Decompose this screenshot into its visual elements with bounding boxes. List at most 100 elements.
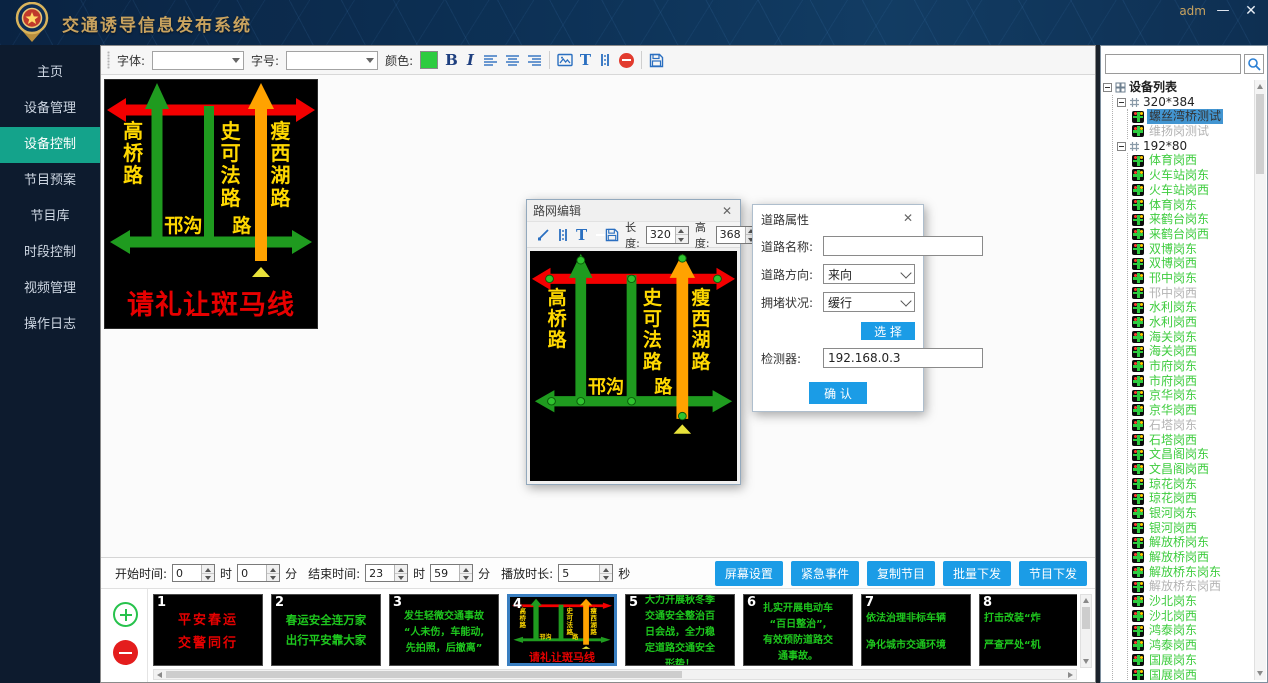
detector-input[interactable]	[823, 348, 983, 368]
duration-spinner[interactable]: 5	[558, 564, 613, 582]
draw-line-button[interactable]	[537, 228, 550, 241]
tree-device-item[interactable]: 来鹤台岗西	[1128, 227, 1254, 242]
spinner-arrows[interactable]	[675, 227, 688, 243]
scrollbar-thumb[interactable]	[166, 671, 682, 678]
remove-program-button[interactable]	[113, 640, 138, 665]
font-family-select[interactable]	[152, 51, 244, 70]
tree-device-item[interactable]: 石塔岗西	[1128, 433, 1254, 448]
tree-device-item[interactable]: 解放桥东岗东	[1128, 565, 1254, 580]
save-button[interactable]	[649, 53, 664, 68]
minimize-button[interactable]: —	[1214, 2, 1232, 20]
scroll-right-icon[interactable]	[1068, 672, 1073, 678]
tree-device-item[interactable]: 国展岗西	[1128, 668, 1254, 681]
tree-device-item[interactable]: 解放桥岗西	[1128, 550, 1254, 565]
tree-root-row[interactable]: 设备列表	[1103, 80, 1254, 95]
tree-device-item[interactable]: 琼花岗西	[1128, 491, 1254, 506]
collapse-icon[interactable]	[1117, 142, 1126, 151]
scroll-left-icon[interactable]	[157, 672, 162, 678]
device-search-input[interactable]	[1105, 54, 1241, 74]
text-tool-button[interactable]: T	[576, 226, 587, 244]
end-hour-spinner[interactable]: 23	[365, 564, 408, 582]
program-thumbnail[interactable]: 6 扎实开展电动车“百日整治”,有效预防道路交通事故。	[743, 594, 853, 666]
editor-canvas[interactable]: 高桥路 史可法路 瘦西湖路 邗沟 路 请礼让斑马线	[530, 251, 737, 481]
end-minute-spinner[interactable]: 59	[430, 564, 473, 582]
tree-device-item[interactable]: 来鹤台岗东	[1128, 212, 1254, 227]
tree-device-item[interactable]: 双博岗东	[1128, 242, 1254, 257]
tree-device-item[interactable]: 京华岗东	[1128, 388, 1254, 403]
tree-device-item[interactable]: 银河岗西	[1128, 521, 1254, 536]
congestion-select[interactable]: 缓行	[823, 292, 915, 312]
scroll-up-icon[interactable]	[1257, 84, 1263, 89]
playback-action-button[interactable]: 屏幕设置	[715, 561, 783, 586]
program-thumbnail[interactable]: 8 打击改装“炸严查严处“机	[979, 594, 1077, 666]
align-left-button[interactable]	[483, 54, 498, 67]
text-tool-button[interactable]: T	[580, 51, 591, 69]
sidebar-item[interactable]: 视频管理	[0, 271, 100, 307]
tree-device-item[interactable]: 石塔岗东	[1128, 418, 1254, 433]
color-swatch[interactable]	[420, 51, 438, 69]
insert-image-button[interactable]	[557, 53, 573, 67]
select-detector-button[interactable]: 选 择	[861, 322, 915, 340]
sidebar-item[interactable]: 节目预案	[0, 163, 100, 199]
font-size-select[interactable]	[286, 51, 378, 70]
spinner-arrows[interactable]	[394, 565, 407, 581]
start-minute-spinner[interactable]: 0	[237, 564, 280, 582]
horizontal-scrollbar[interactable]	[153, 669, 1077, 680]
tree-device-item[interactable]: 维扬岗测试	[1128, 124, 1254, 139]
playback-action-button[interactable]: 复制节目	[867, 561, 935, 586]
align-right-button[interactable]	[527, 54, 542, 67]
tree-device-item[interactable]: 螺丝湾桥测试	[1128, 109, 1254, 124]
start-hour-spinner[interactable]: 0	[172, 564, 215, 582]
tree-device-item[interactable]: 邗中岗东	[1128, 271, 1254, 286]
program-thumbnail[interactable]: 1 平安春运交警同行	[153, 594, 263, 666]
scrollbar-thumb[interactable]	[1082, 607, 1090, 629]
collapse-icon[interactable]	[1117, 98, 1126, 107]
tree-device-item[interactable]: 银河岗东	[1128, 506, 1254, 521]
spinner-arrows[interactable]	[266, 565, 279, 581]
tree-device-item[interactable]: 沙北岗东	[1128, 594, 1254, 609]
confirm-button[interactable]: 确 认	[809, 382, 867, 404]
playback-action-button[interactable]: 批量下发	[943, 561, 1011, 586]
tree-group-row[interactable]: 192*80	[1113, 139, 1254, 154]
tree-device-item[interactable]: 双博岗西	[1128, 256, 1254, 271]
search-button[interactable]	[1244, 54, 1264, 74]
sidebar-item[interactable]: 操作日志	[0, 307, 100, 343]
close-icon[interactable]: ✕	[720, 204, 734, 218]
vertical-scrollbar[interactable]	[1254, 80, 1266, 680]
scroll-down-icon[interactable]	[1083, 659, 1089, 664]
vertical-scrollbar[interactable]	[1080, 594, 1092, 668]
tree-device-item[interactable]: 市府岗西	[1128, 374, 1254, 389]
sidebar-item[interactable]: 节目库	[0, 199, 100, 235]
tree-device-item[interactable]: 火车站岗西	[1128, 183, 1254, 198]
tree-device-item[interactable]: 文昌阁岗东	[1128, 447, 1254, 462]
tree-device-item[interactable]: 市府岗东	[1128, 359, 1254, 374]
close-icon[interactable]: ✕	[901, 211, 915, 228]
sidebar-item[interactable]: 时段控制	[0, 235, 100, 271]
add-program-button[interactable]	[113, 602, 138, 627]
tree-device-item[interactable]: 水利岗西	[1128, 315, 1254, 330]
save-button[interactable]	[605, 228, 619, 242]
tree-device-item[interactable]: 琼花岗东	[1128, 477, 1254, 492]
scrollbar-thumb[interactable]	[1256, 94, 1264, 174]
align-center-button[interactable]	[505, 54, 520, 67]
program-thumbnail[interactable]: 3 发生轻微交通事故“人未伤，车能动,先拍照，后撤离”	[389, 594, 499, 666]
tree-device-item[interactable]: 邗中岗西	[1128, 286, 1254, 301]
program-thumbnail[interactable]: 7 依法治理非标车辆净化城市交通环境	[861, 594, 971, 666]
road-tool-button[interactable]	[598, 53, 612, 67]
tree-device-item[interactable]: 海关岗西	[1128, 344, 1254, 359]
tree-device-item[interactable]: 鸿泰岗西	[1128, 638, 1254, 653]
tree-group-row[interactable]: 320*384	[1113, 95, 1254, 110]
tree-device-item[interactable]: 文昌阁岗西	[1128, 462, 1254, 477]
spinner-arrows[interactable]	[459, 565, 472, 581]
collapse-icon[interactable]	[1103, 83, 1112, 92]
sidebar-item[interactable]: 设备管理	[0, 91, 100, 127]
tree-device-item[interactable]: 体育岗西	[1128, 153, 1254, 168]
dialog-titlebar[interactable]: 道路属性 ✕	[761, 211, 915, 228]
road-tool-button[interactable]	[556, 228, 570, 242]
length-spinner[interactable]: 320	[646, 226, 689, 244]
tree-device-item[interactable]: 体育岗东	[1128, 198, 1254, 213]
playback-action-button[interactable]: 节目下发	[1019, 561, 1087, 586]
toolbar-grip[interactable]	[107, 51, 110, 69]
tree-device-item[interactable]: 解放桥东岗西	[1128, 579, 1254, 594]
sidebar-item[interactable]: 设备控制	[0, 127, 100, 163]
